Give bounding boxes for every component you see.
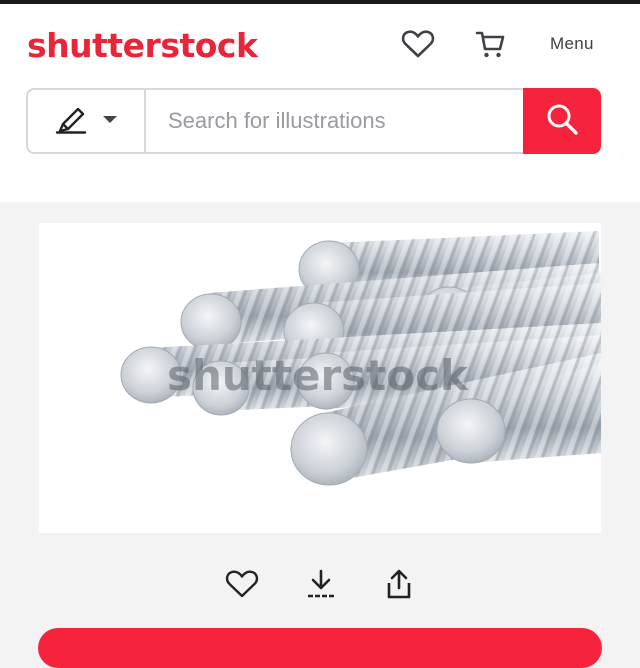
caret-down-icon	[102, 112, 118, 130]
download-icon[interactable]	[301, 564, 341, 604]
watermark-text: shutterstock	[167, 351, 468, 400]
favorites-heart-icon[interactable]	[400, 26, 436, 62]
shutterstock-logo[interactable]: shutterstock	[27, 28, 258, 64]
menu-button[interactable]: Menu	[550, 34, 594, 54]
cart-icon[interactable]	[472, 26, 508, 62]
search-input[interactable]	[148, 90, 520, 152]
share-icon[interactable]	[379, 564, 419, 604]
pen-icon	[54, 104, 88, 139]
save-heart-icon[interactable]	[222, 564, 262, 604]
stock-image-preview[interactable]: shutterstock	[39, 223, 601, 533]
primary-action-button[interactable]	[38, 628, 602, 668]
search-button[interactable]	[523, 88, 601, 154]
search-icon	[544, 101, 580, 142]
search-bar	[26, 88, 600, 154]
asset-type-dropdown[interactable]	[28, 90, 146, 152]
